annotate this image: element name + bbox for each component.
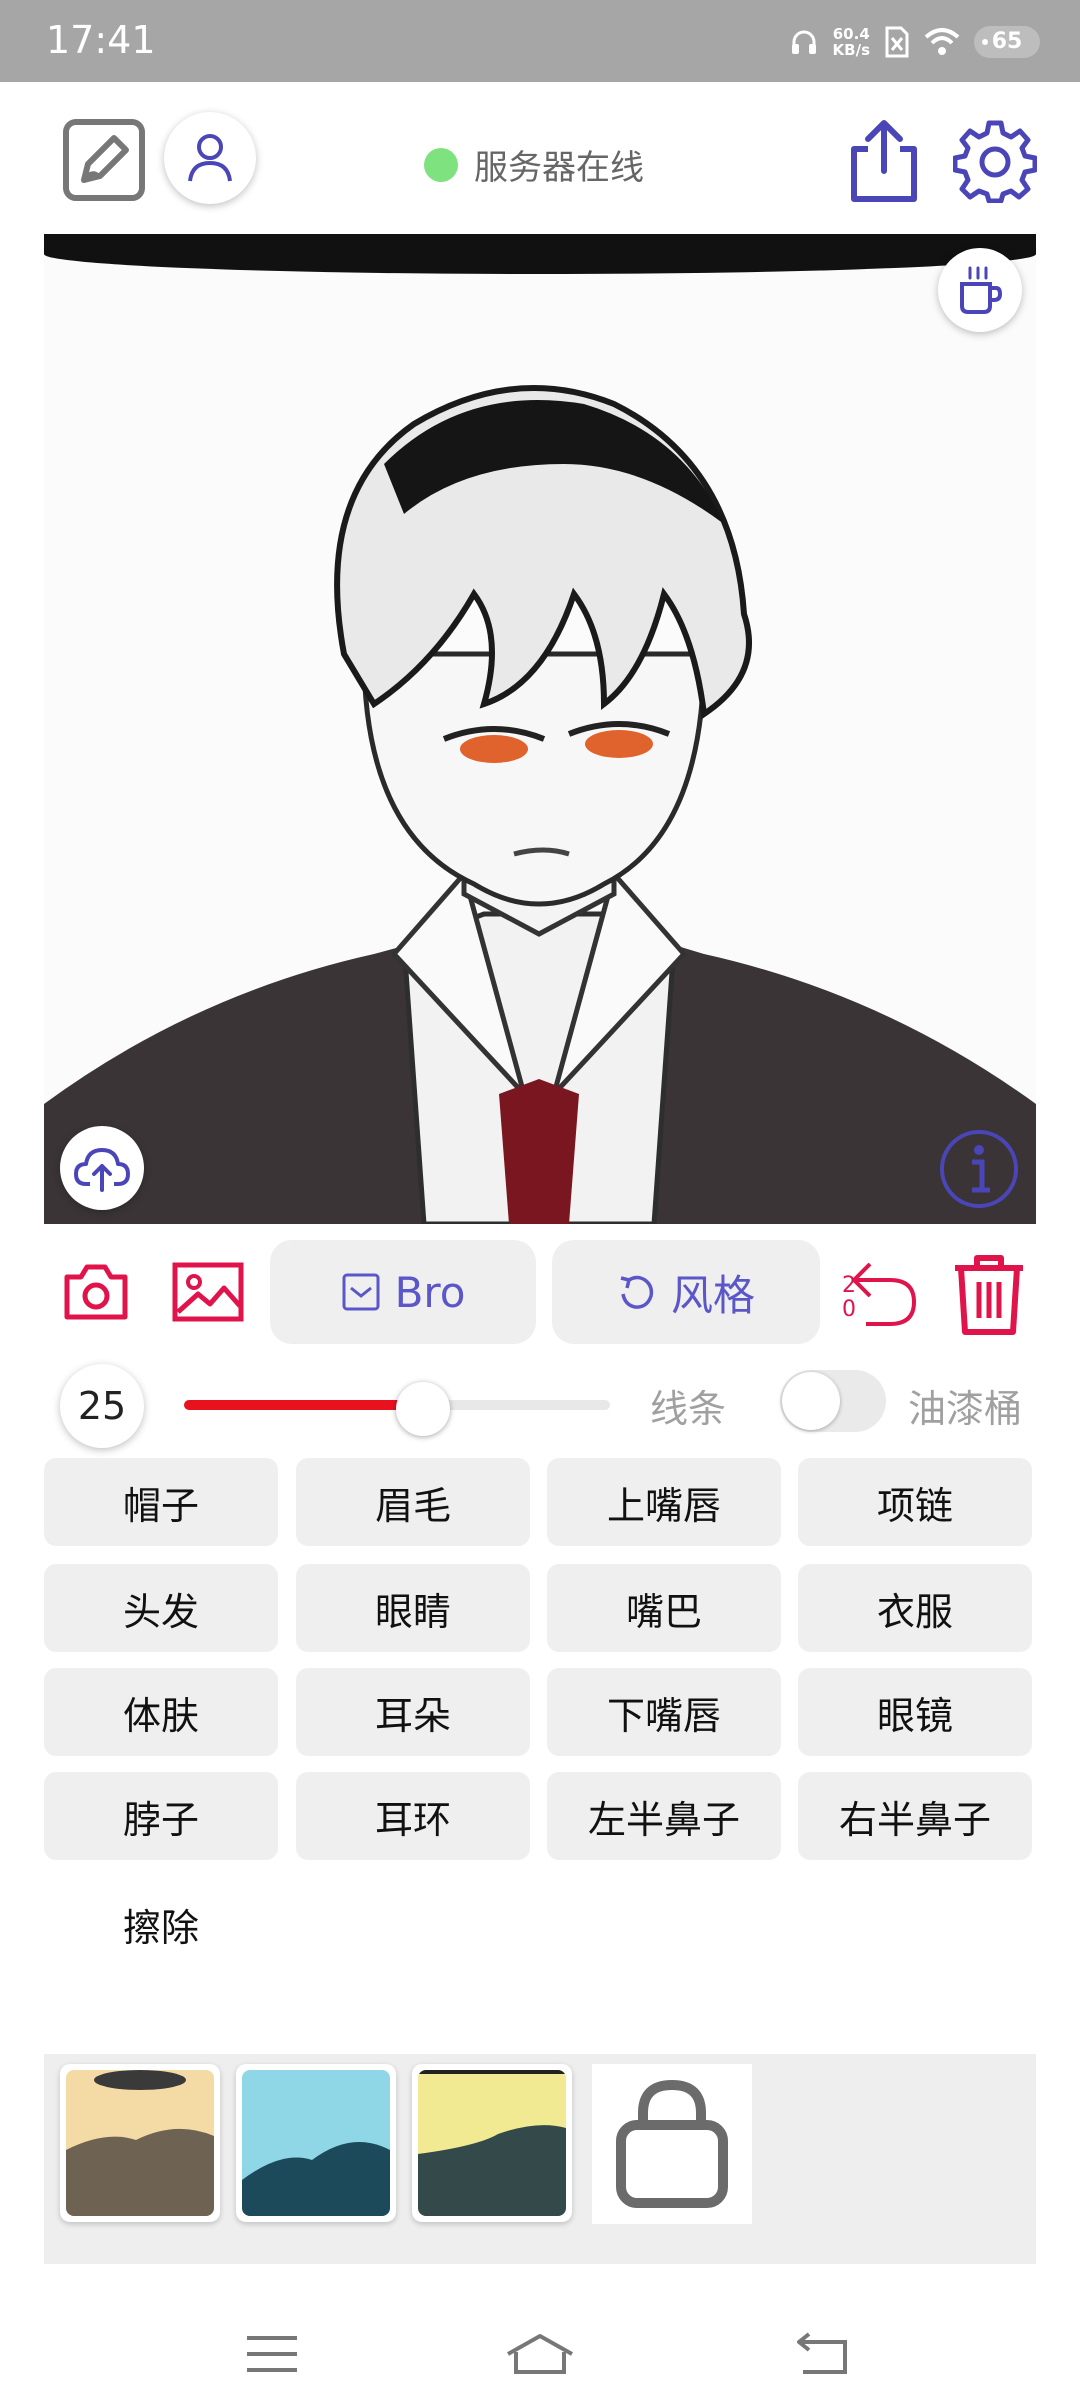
drawing-canvas[interactable] [44, 234, 1036, 1224]
part-button[interactable]: 帽子 [44, 1458, 278, 1546]
palette-swatch[interactable] [60, 2064, 220, 2222]
part-button[interactable]: 右半鼻子 [798, 1772, 1032, 1860]
edit-icon [63, 119, 145, 201]
share-icon [851, 120, 917, 202]
part-button[interactable]: 上嘴唇 [547, 1458, 781, 1546]
palette-swatch[interactable] [412, 2064, 572, 2222]
brush-selector-label: Bro [394, 1267, 466, 1317]
status-time: 17:41 [46, 18, 156, 62]
style-button[interactable]: 风格 [552, 1240, 820, 1344]
status-bar: 17:41 60.4 KB/s 65 [0, 0, 1080, 82]
camera-button[interactable] [60, 1256, 132, 1328]
camera-icon [64, 1264, 128, 1320]
undo-count: 2 0 [842, 1274, 856, 1322]
part-button[interactable]: 耳朵 [296, 1668, 530, 1756]
erase-button[interactable]: 擦除 [44, 1880, 278, 1968]
portrait-artwork [44, 385, 1036, 1224]
brush-size-slider[interactable] [184, 1382, 610, 1436]
color-palette [44, 2054, 1036, 2264]
user-button[interactable] [164, 112, 256, 204]
brush-selector-button[interactable]: Bro [270, 1240, 536, 1344]
part-button[interactable]: 眼镜 [798, 1668, 1032, 1756]
part-button[interactable]: 嘴巴 [547, 1564, 781, 1652]
info-button[interactable] [936, 1126, 1022, 1212]
undo-count-line2: 0 [842, 1297, 856, 1322]
slider-fill [184, 1400, 423, 1410]
share-button[interactable] [844, 116, 924, 206]
swatch-preview [242, 2070, 390, 2216]
delete-button[interactable] [948, 1252, 1030, 1338]
style-label: 风格 [670, 1270, 755, 1320]
refresh-icon [620, 1275, 654, 1309]
part-button[interactable]: 眉毛 [296, 1458, 530, 1546]
home-button[interactable] [500, 2324, 580, 2384]
trash-icon [955, 1255, 1023, 1335]
undo-count-line1: 2 [842, 1273, 856, 1298]
app-header: 服务器在线 [0, 82, 1080, 232]
back-icon [797, 2332, 847, 2374]
checkbox-icon [342, 1273, 380, 1311]
swatch-preview [66, 2070, 214, 2216]
part-button[interactable]: 体肤 [44, 1668, 278, 1756]
paint-bucket-toggle[interactable] [780, 1370, 886, 1432]
net-speed: 60.4 KB/s [833, 26, 870, 58]
menu-button[interactable] [232, 2324, 312, 2384]
info-icon [940, 1130, 1018, 1208]
back-button[interactable] [782, 2324, 862, 2384]
server-status: 服务器在线 [424, 140, 644, 189]
swatch-preview [418, 2070, 566, 2216]
toggle-knob [782, 1372, 840, 1430]
battery-icon: 65 [974, 26, 1040, 58]
lines-label: 线条 [650, 1387, 727, 1431]
part-button[interactable]: 衣服 [798, 1564, 1032, 1652]
lock-icon [616, 2079, 728, 2208]
cloud-upload-icon [74, 1148, 130, 1192]
home-icon [507, 2334, 573, 2374]
part-button[interactable]: 项链 [798, 1458, 1032, 1546]
edit-button[interactable] [62, 118, 146, 202]
server-status-dot [424, 147, 458, 182]
menu-icon [247, 2336, 297, 2372]
part-button[interactable]: 下嘴唇 [547, 1668, 781, 1756]
net-speed-unit: KB/s [832, 41, 870, 59]
server-status-label: 服务器在线 [474, 148, 644, 188]
part-button[interactable]: 左半鼻子 [547, 1772, 781, 1860]
gear-icon [953, 120, 1037, 203]
net-speed-value: 60.4 [832, 25, 870, 43]
battery-level: 65 [991, 29, 1023, 54]
gallery-button[interactable] [170, 1256, 246, 1328]
part-button[interactable]: 头发 [44, 1564, 278, 1652]
settings-button[interactable] [952, 118, 1038, 204]
system-nav-bar [0, 2290, 1080, 2408]
image-icon [172, 1262, 244, 1322]
status-icons: 60.4 KB/s 65 [789, 20, 1040, 64]
part-button[interactable]: 眼睛 [296, 1564, 530, 1652]
part-button[interactable]: 脖子 [44, 1772, 278, 1860]
coffee-cup-icon [960, 266, 1003, 314]
part-button[interactable]: 耳环 [296, 1772, 530, 1860]
locked-swatch-button[interactable] [592, 2064, 752, 2224]
paint-bucket-label: 油漆桶 [908, 1387, 1023, 1431]
slider-thumb[interactable] [395, 1382, 450, 1436]
wifi-icon [924, 28, 960, 55]
upload-button[interactable] [60, 1126, 144, 1210]
brush-size-badge: 25 [60, 1364, 144, 1448]
sim-off-icon [885, 26, 909, 58]
palette-swatch[interactable] [236, 2064, 396, 2222]
user-icon [188, 134, 232, 182]
coffee-button[interactable] [938, 248, 1022, 332]
headphones-icon [791, 30, 816, 54]
